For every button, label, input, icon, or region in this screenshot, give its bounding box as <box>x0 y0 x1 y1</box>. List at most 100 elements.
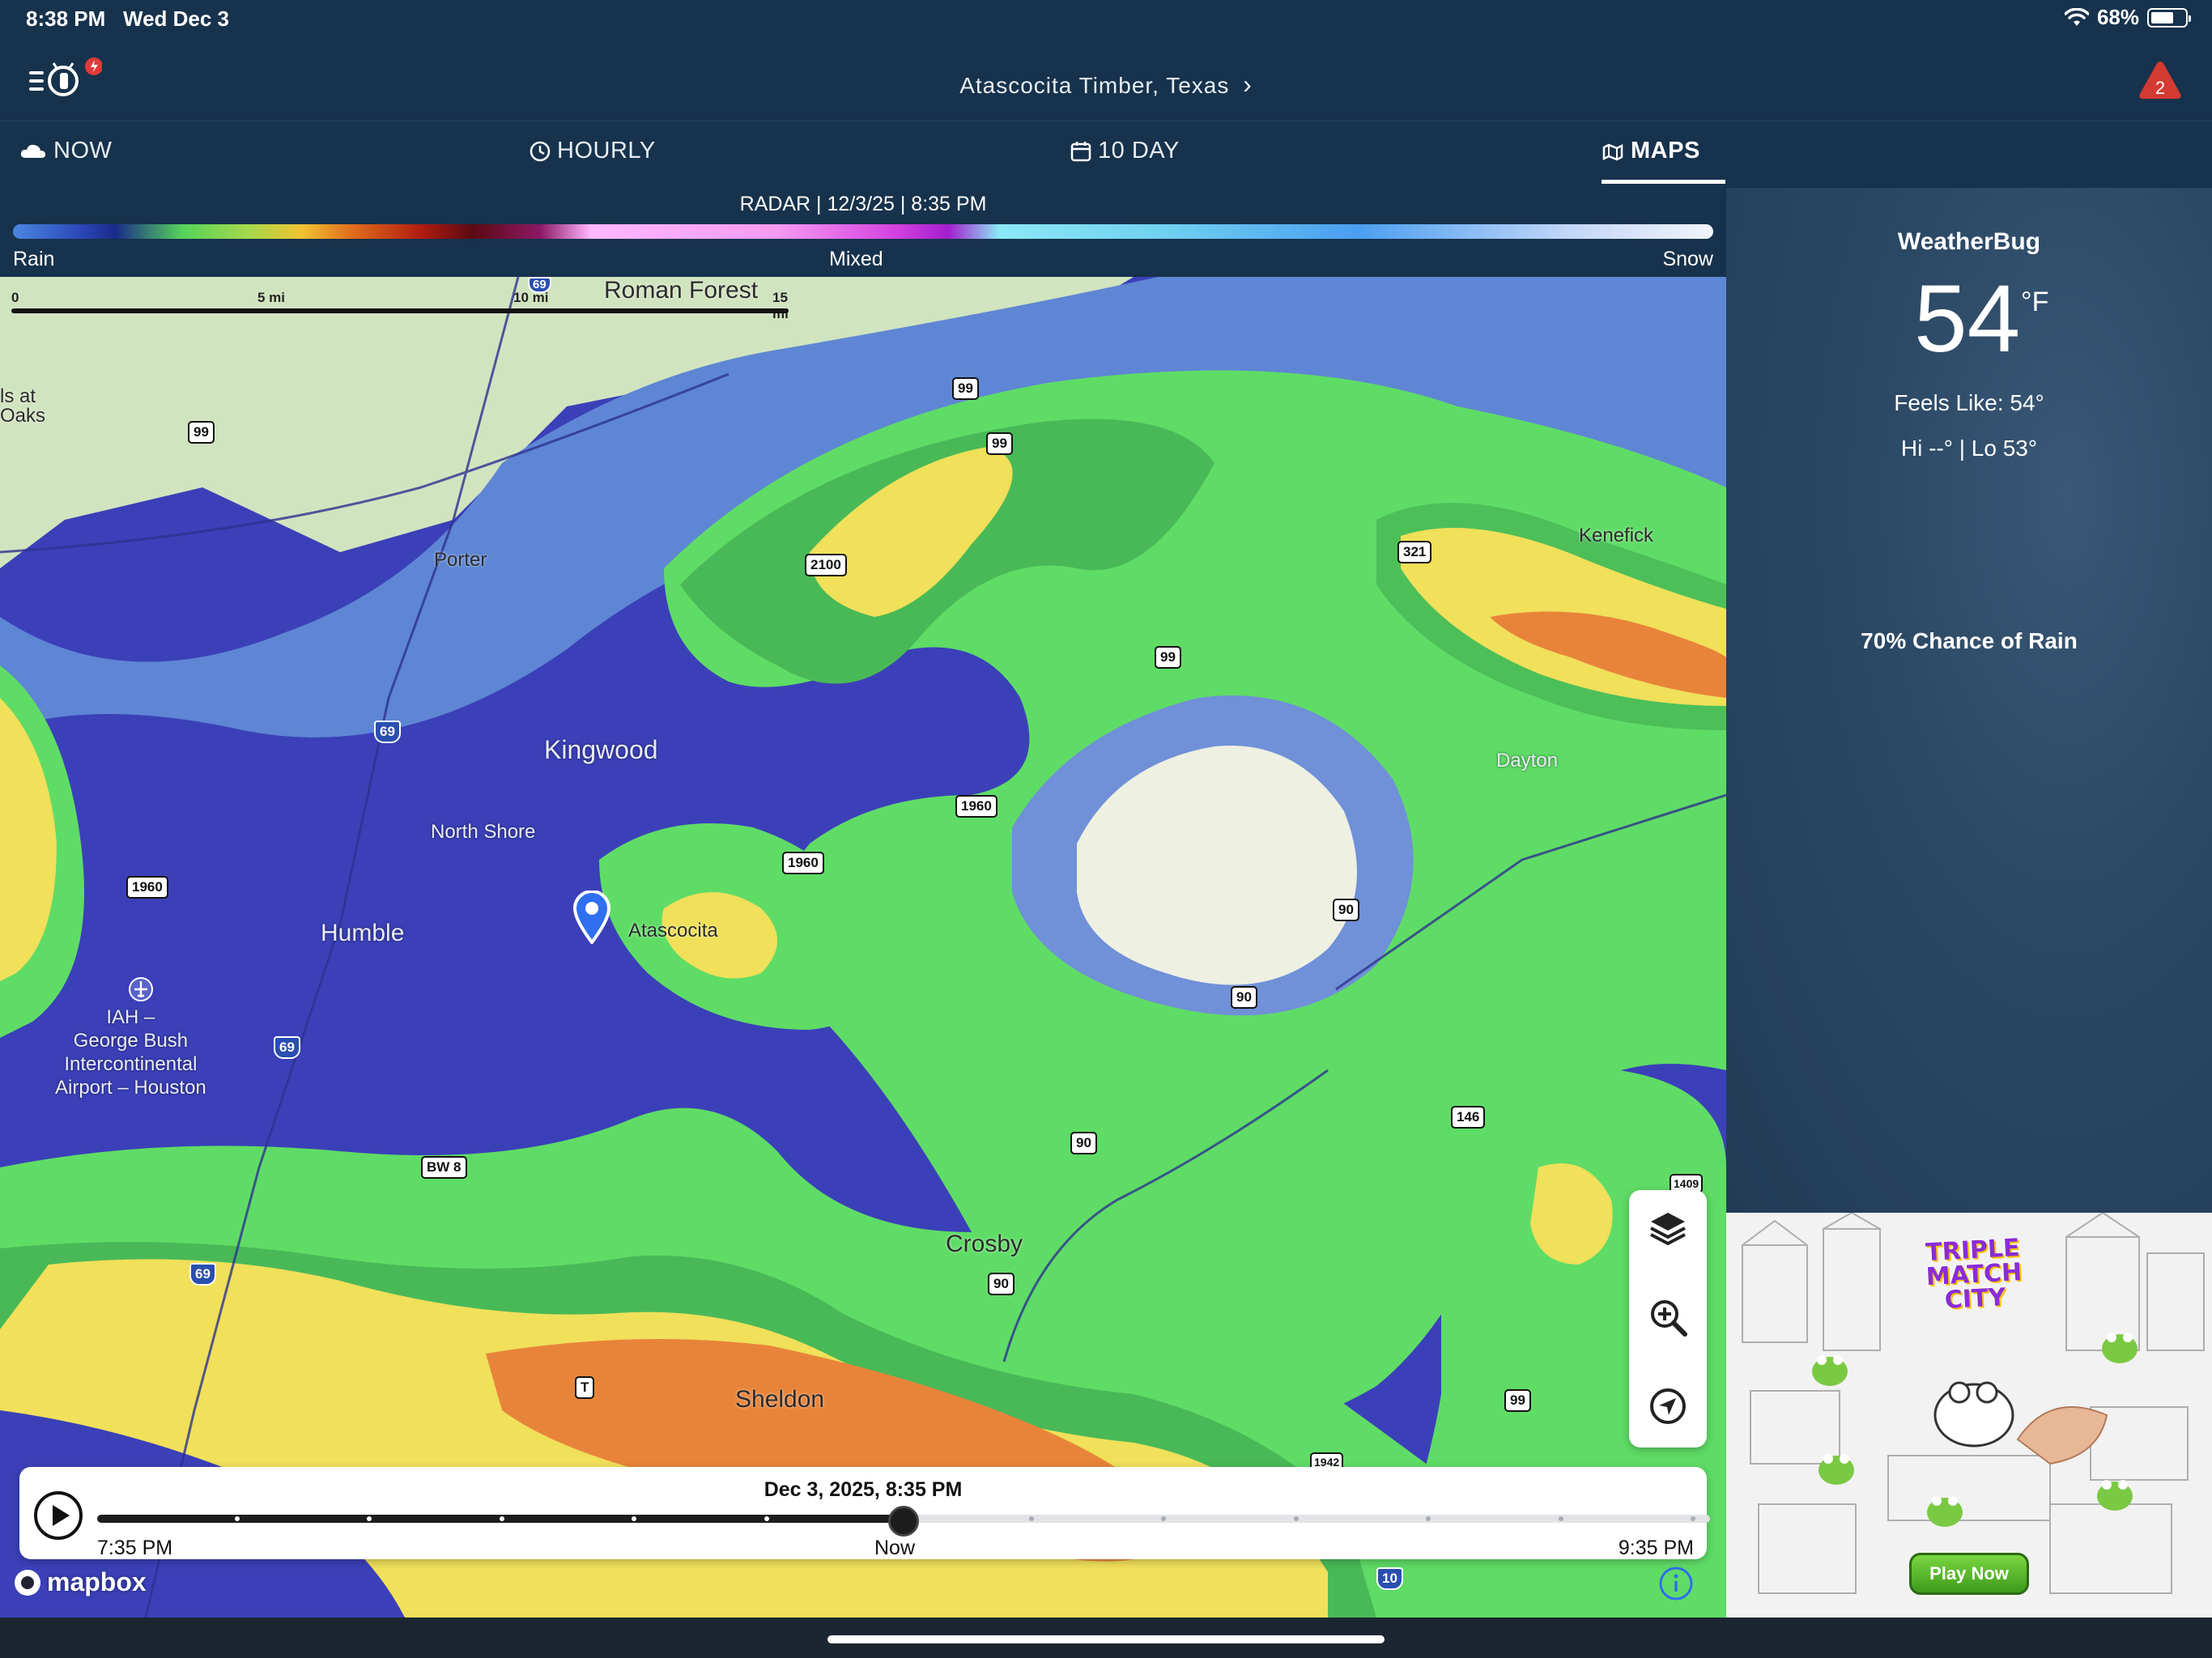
map-icon <box>1602 143 1623 160</box>
radar-overlay <box>0 277 1726 1618</box>
timeline-step-dot[interactable] <box>1029 1516 1034 1521</box>
ad-play-now-button[interactable]: Play Now <box>1909 1553 2029 1595</box>
interstate-shield: 69 <box>274 1036 300 1059</box>
map-label-crosby: Crosby <box>946 1231 1023 1257</box>
interstate-shield: 69 <box>528 277 551 293</box>
tab-maps-label: MAPS <box>1631 138 1700 164</box>
route-shield: BW 8 <box>421 1156 467 1179</box>
battery-percent: 68% <box>2096 5 2139 29</box>
timeline-now-label: Now <box>874 1537 916 1559</box>
timeline-step-dot[interactable] <box>1559 1516 1563 1521</box>
timeline-step-dot[interactable] <box>764 1516 769 1521</box>
timeline-step-dot[interactable] <box>1691 1516 1695 1521</box>
route-shield: 99 <box>986 432 1013 455</box>
mapbox-wordmark: mapbox <box>47 1567 147 1596</box>
timeline-end-label: 9:35 PM <box>1618 1537 1694 1559</box>
scale-tick-0: 0 <box>11 290 19 305</box>
info-button[interactable] <box>1658 1566 1694 1601</box>
us-route-shield: 90 <box>1333 899 1359 921</box>
interstate-shield: 69 <box>189 1263 216 1286</box>
current-location-pin-icon[interactable] <box>572 891 612 944</box>
play-button[interactable] <box>32 1490 84 1541</box>
map-label-dayton: Dayton <box>1496 750 1559 772</box>
layers-button[interactable] <box>1648 1208 1688 1248</box>
tab-10-day[interactable]: 10 DAY <box>1070 138 1180 164</box>
timeline-step-dot[interactable] <box>1426 1516 1431 1521</box>
map-label-oaks: ls at Oaks <box>0 385 46 427</box>
radar-timeline: Dec 3, 2025, 8:35 PM 7:35 PM Now 9:35 PM <box>19 1467 1710 1559</box>
status-time: 8:38 PM <box>26 6 106 31</box>
map-controls <box>1629 1190 1707 1448</box>
airport-icon <box>129 977 153 1001</box>
ad-title: TRIPLE MATCH CITY <box>1925 1234 2023 1315</box>
interstate-shield: 10 <box>1376 1567 1403 1590</box>
tab-maps[interactable]: MAPS <box>1602 138 1700 164</box>
route-shield: 99 <box>1504 1389 1531 1412</box>
battery-icon <box>2147 7 2191 28</box>
rain-chance: 70% Chance of Rain <box>1861 628 2078 653</box>
feels-like: Feels Like: 54° <box>1894 390 2044 415</box>
temperature-unit: °F <box>2021 287 2049 317</box>
radar-map[interactable]: 0 5 mi 10 mi 15 mi Roman Forest ls at Oa… <box>0 277 1726 1618</box>
hi-lo: Hi --° | Lo 53° <box>1900 436 2038 461</box>
tab-10-day-label: 10 DAY <box>1098 138 1180 164</box>
timeline-step-dot[interactable] <box>367 1516 372 1521</box>
map-label-kingwood: Kingwood <box>544 735 658 764</box>
bottom-bar <box>0 1618 2212 1658</box>
zoom-in-button[interactable] <box>1648 1297 1688 1337</box>
advertisement[interactable]: TRIPLE MATCH CITY Play Now <box>1726 1213 2212 1618</box>
map-label-sheldon: Sheldon <box>735 1386 825 1413</box>
my-location-button[interactable] <box>1648 1386 1688 1426</box>
scale-tick-15mi: 15 mi <box>772 290 789 321</box>
route-shield: 2100 <box>805 554 847 576</box>
route-shield: 99 <box>1155 646 1181 669</box>
active-tab-indicator <box>1602 180 1725 184</box>
timeline-step-dot[interactable] <box>500 1516 504 1521</box>
mapbox-attribution[interactable]: mapbox <box>13 1567 147 1597</box>
interstate-shield: 69 <box>374 721 401 743</box>
tab-hourly[interactable]: HOURLY <box>530 138 656 164</box>
tab-bar: NOW HOURLY 10 DAY MAPS <box>0 121 1726 186</box>
map-label-humble: Humble <box>321 920 405 946</box>
weatherbug-app: { "status_bar": { "time": "8:38 PM", "da… <box>0 0 2212 1658</box>
calendar-icon <box>1070 141 1091 161</box>
wifi-icon <box>2064 7 2089 26</box>
timeline-handle[interactable] <box>888 1506 919 1537</box>
map-label-porter: Porter <box>434 549 487 571</box>
status-bar: 8:38 PM Wed Dec 3 68% <box>0 0 2212 39</box>
timeline-step-dot[interactable] <box>1161 1516 1166 1521</box>
us-route-shield: 90 <box>1070 1132 1097 1154</box>
map-label-iah-airport: IAH – George Bush Intercontinental Airpo… <box>55 1006 206 1099</box>
tab-now-label: NOW <box>53 138 113 164</box>
route-shield: 1960 <box>782 852 824 874</box>
chevron-right-icon: › <box>1243 70 1253 99</box>
tab-now[interactable]: NOW <box>19 138 112 164</box>
route-shield: 99 <box>952 377 979 400</box>
legend-snow-label: Snow <box>1662 248 1713 270</box>
map-label-kenefick: Kenefick <box>1579 525 1654 546</box>
home-indicator <box>827 1635 1385 1643</box>
timeline-timestamp: Dec 3, 2025, 8:35 PM <box>764 1478 963 1501</box>
alerts-button[interactable]: 2 <box>2136 57 2184 105</box>
legend-mixed-label: Mixed <box>829 248 883 270</box>
current-temperature: 54 <box>1914 266 2021 372</box>
status-date: Wed Dec 3 <box>123 6 230 31</box>
route-shield: 321 <box>1397 541 1432 563</box>
clock-icon <box>530 141 551 161</box>
radar-color-scale <box>13 224 1713 239</box>
timeline-step-dot[interactable] <box>632 1516 636 1521</box>
map-label-atascocita: Atascocita <box>628 920 718 942</box>
us-route-shield: 90 <box>1231 986 1257 1009</box>
route-shield: 99 <box>188 421 215 444</box>
route-shield: 1960 <box>126 876 168 899</box>
scale-tick-5mi: 5 mi <box>257 290 286 305</box>
timeline-start-label: 7:35 PM <box>97 1537 173 1559</box>
location-selector[interactable]: Atascocita Timber, Texas › <box>0 70 2212 100</box>
status-indicators: 68% <box>2064 5 2191 30</box>
map-label-north-shore: North Shore <box>431 821 536 843</box>
tab-hourly-label: HOURLY <box>557 138 656 164</box>
us-route-shield: 90 <box>988 1273 1015 1295</box>
timeline-step-dot[interactable] <box>235 1516 240 1521</box>
timeline-step-dot[interactable] <box>1294 1516 1299 1521</box>
scale-line <box>11 308 789 313</box>
